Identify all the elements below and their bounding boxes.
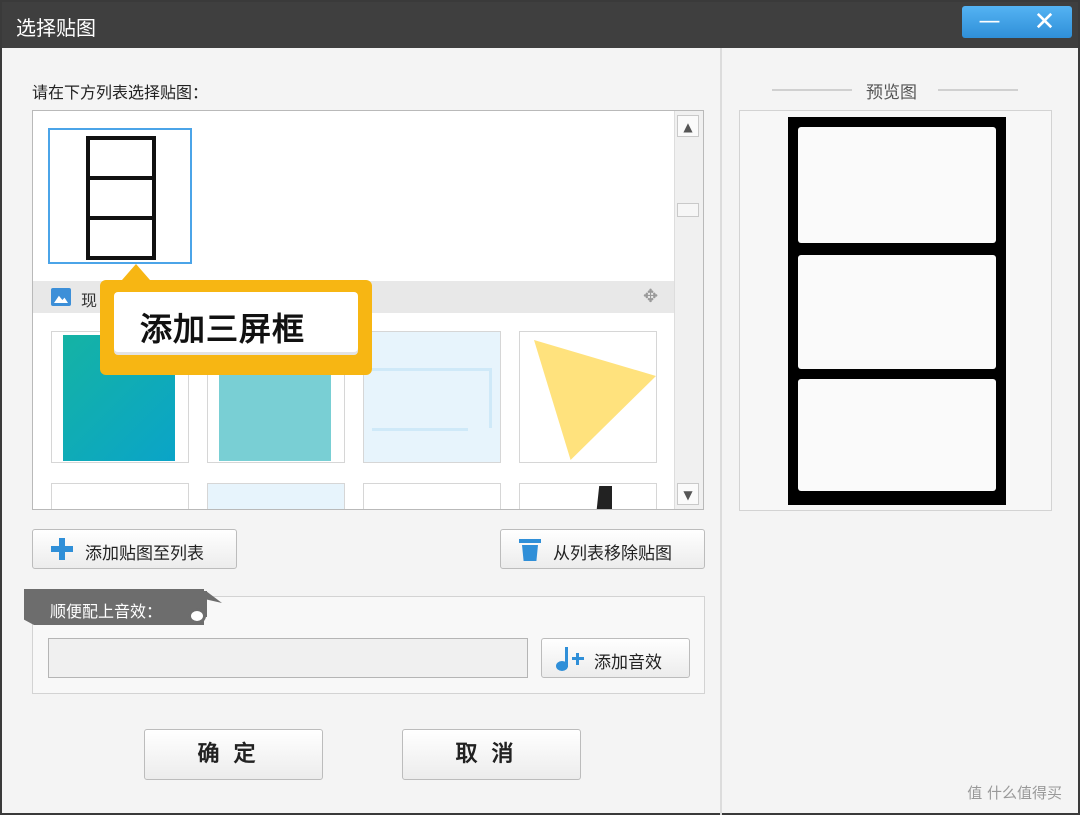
sticker-item[interactable] (363, 331, 501, 463)
window-controls: — ✕ (962, 6, 1072, 38)
preview-triple-frame (788, 117, 1006, 505)
move-icon[interactable]: ✥ (643, 286, 658, 307)
close-icon[interactable]: ✕ (1017, 6, 1072, 38)
ok-button[interactable]: 确定 (144, 729, 323, 780)
sound-file-input[interactable] (48, 638, 528, 678)
remove-sticker-button[interactable]: 从列表移除贴图 (500, 529, 705, 569)
add-music-icon (556, 645, 586, 673)
sticker-item[interactable] (519, 331, 657, 463)
callout-annotation: 添加三屏框 (100, 280, 372, 375)
minimize-icon[interactable]: — (962, 6, 1017, 38)
image-icon (51, 288, 71, 306)
music-note-icon (186, 588, 226, 628)
scroll-thumb[interactable] (677, 203, 699, 217)
sound-section-label: 顺便配上音效： (50, 602, 163, 621)
watermark: 值 什么值得买 (967, 784, 1062, 802)
callout-pointer (122, 264, 150, 280)
sticker-item[interactable] (51, 483, 189, 509)
sticker-item[interactable] (519, 483, 657, 509)
cancel-button[interactable]: 取消 (402, 729, 581, 780)
preview-title: 预览图 (866, 83, 917, 103)
add-sticker-button[interactable]: 添加贴图至列表 (32, 529, 237, 569)
remove-sticker-label: 从列表移除贴图 (553, 544, 672, 564)
plus-icon (51, 538, 73, 560)
scroll-down-icon[interactable]: ▼ (677, 483, 699, 505)
select-sticker-dialog: 选择贴图 — ✕ 请在下方列表选择贴图： 现 ✥ ▲ ▼ 添加三屏框 添加贴图至… (0, 0, 1080, 815)
list-scrollbar[interactable]: ▲ ▼ (674, 111, 703, 509)
scroll-up-icon[interactable]: ▲ (677, 115, 699, 137)
sticker-item[interactable] (207, 483, 345, 509)
add-sound-label: 添加音效 (594, 653, 662, 673)
title-bar: 选择贴图 — ✕ (2, 2, 1078, 48)
triple-frame-thumbnail (86, 136, 156, 260)
window-title: 选择贴图 (16, 16, 96, 40)
sticker-item[interactable] (363, 483, 501, 509)
add-sticker-label: 添加贴图至列表 (85, 544, 204, 564)
add-sound-button[interactable]: 添加音效 (541, 638, 690, 678)
preview-area (739, 110, 1052, 511)
panel-divider (720, 48, 722, 815)
preview-header: 预览图 (772, 78, 1018, 103)
sticker-item-triple-frame[interactable] (48, 128, 192, 264)
list-prompt: 请在下方列表选择贴图： (32, 83, 209, 102)
callout-text: 添加三屏框 (140, 310, 306, 348)
category-label: 现 (81, 291, 98, 310)
trash-icon (519, 537, 541, 561)
